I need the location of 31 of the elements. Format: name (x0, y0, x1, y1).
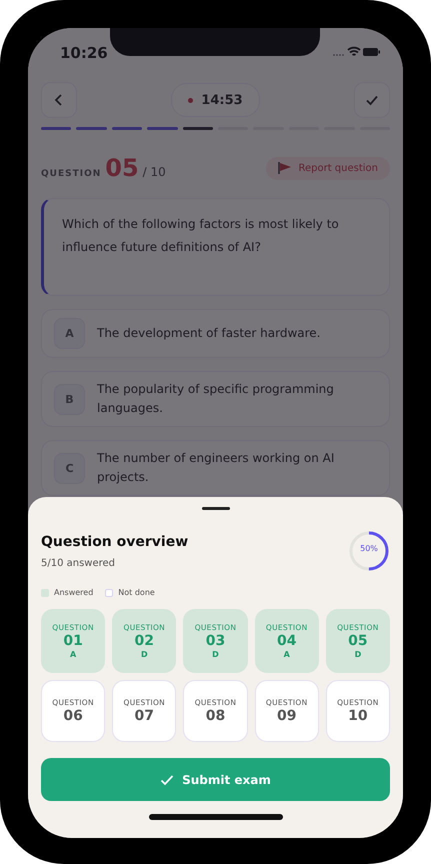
overview-title: Question overview (41, 534, 188, 550)
legend-label: Not done (118, 588, 155, 597)
option-letter: B (54, 384, 85, 414)
flag-icon (278, 162, 292, 174)
legend-swatch (41, 588, 49, 596)
legend-swatch (105, 588, 114, 596)
option-letter: C (54, 452, 85, 484)
question-text: Which of the following factors is most likely to influence future definitions of AI? (62, 216, 340, 256)
question-total: / 10 (142, 165, 166, 179)
answer-option[interactable]: B The popularity of specific programming languages. (41, 371, 390, 427)
progress-percent: 50% (359, 544, 379, 553)
status-icons (333, 45, 381, 59)
finish-button[interactable] (354, 82, 390, 118)
answered-count: 5/10 answered (41, 558, 116, 568)
option-text: The number of engineers working on AI projects. (97, 450, 336, 486)
option-letter: A (54, 318, 85, 349)
answer-option[interactable]: C The number of engineers working on AI projects. (41, 440, 390, 496)
answer-option[interactable]: A The development of faster hardware. (41, 309, 390, 358)
report-button[interactable]: Report question (266, 156, 390, 180)
progress-ring (348, 530, 390, 572)
timer-text: 14:53 (201, 92, 243, 108)
question-number: 05 (105, 154, 139, 182)
sheet-handle[interactable] (202, 507, 230, 510)
option-text: The development of faster hardware. (97, 325, 320, 342)
option-text: The popularity of specific programming languages. (97, 381, 335, 417)
check-icon (160, 774, 174, 786)
submit-button[interactable]: Submit exam (41, 758, 390, 801)
status-time: 10:26 (60, 44, 108, 62)
question-label: QUESTION (41, 169, 102, 179)
legend-label: Answered (54, 588, 94, 597)
back-button[interactable] (41, 82, 77, 118)
